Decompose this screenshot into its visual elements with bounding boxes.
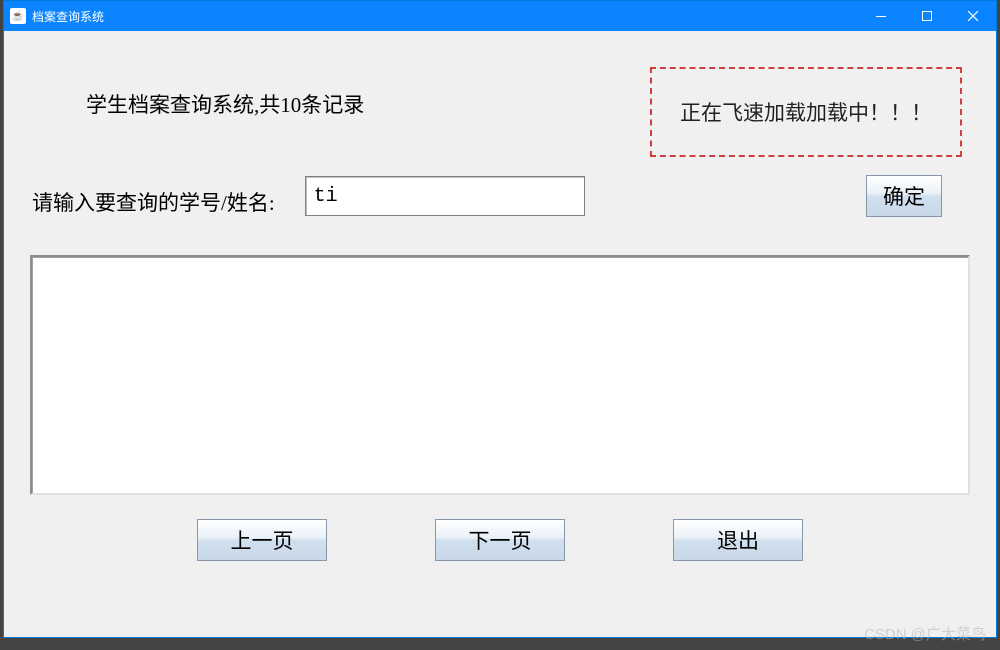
exit-button[interactable]: 退出 (673, 519, 803, 561)
maximize-button[interactable] (904, 1, 950, 31)
minimize-icon (876, 16, 886, 17)
confirm-button[interactable]: 确定 (866, 175, 942, 217)
search-row: 请输入要查询的学号/姓名: 确定 (24, 187, 976, 217)
prev-page-button[interactable]: 上一页 (197, 519, 327, 561)
next-page-button[interactable]: 下一页 (435, 519, 565, 561)
footer-row: 上一页 下一页 退出 (24, 519, 976, 561)
window-controls (858, 1, 996, 31)
window-title: 档案查询系统 (32, 8, 858, 25)
minimize-button[interactable] (858, 1, 904, 31)
application-window: ☕ 档案查询系统 学生档案查询系统,共10条记录 正在飞速加载加载中！！！ 请输… (3, 0, 997, 638)
search-label: 请输入要查询的学号/姓名: (32, 187, 275, 217)
result-textarea[interactable] (30, 255, 970, 495)
close-icon (968, 11, 978, 21)
java-app-icon: ☕ (10, 8, 26, 24)
search-input[interactable] (305, 176, 585, 216)
page-title: 学生档案查询系统,共10条记录 (86, 89, 364, 119)
loading-status-box: 正在飞速加载加载中！！！ (650, 67, 962, 157)
maximize-icon (922, 11, 932, 21)
header-row: 学生档案查询系统,共10条记录 正在飞速加载加载中！！！ (24, 47, 976, 157)
close-button[interactable] (950, 1, 996, 31)
content-area: 学生档案查询系统,共10条记录 正在飞速加载加载中！！！ 请输入要查询的学号/姓… (4, 31, 996, 637)
titlebar[interactable]: ☕ 档案查询系统 (4, 1, 996, 31)
